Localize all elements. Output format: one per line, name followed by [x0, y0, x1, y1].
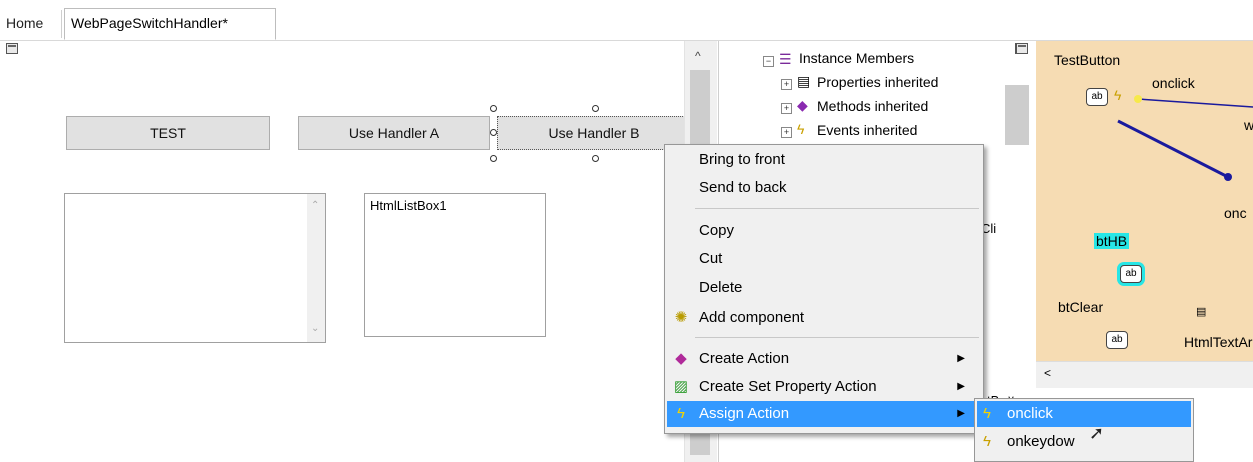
menu-item-label: Delete	[699, 279, 743, 296]
tree-item-methods-inherited[interactable]: Methods inherited	[817, 98, 928, 114]
expand-icon[interactable]: +	[781, 79, 792, 90]
use-handler-a-button[interactable]: Use Handler A	[298, 116, 490, 150]
selection-handle[interactable]	[490, 155, 497, 162]
tree-item-events-inherited[interactable]: Events inherited	[817, 122, 917, 138]
collapse-icon[interactable]: −	[763, 56, 774, 67]
selection-handle[interactable]	[592, 155, 599, 162]
listbox-empty[interactable]: ⌃ ⌄	[64, 193, 326, 343]
tab-webpageswitchhandler[interactable]: WebPageSwitchHandler*	[64, 8, 276, 40]
menu-item-label: Assign Action	[699, 405, 790, 422]
menu-item-label: Add component	[699, 309, 805, 326]
expand-icon[interactable]: +	[781, 127, 792, 138]
menu-item-create-set-property-action[interactable]: ▨ Create Set Property Action ▶	[667, 374, 981, 400]
menu-item-label: Bring to front	[699, 151, 785, 168]
lightning-icon: ϟ	[677, 405, 685, 422]
menu-item-label: Create Set Property Action	[699, 378, 877, 395]
menu-separator	[695, 208, 979, 209]
tree-item-properties-inherited[interactable]: Properties inherited	[817, 74, 938, 90]
test-button[interactable]: TEST	[66, 116, 270, 150]
tree-item-instance-members[interactable]: Instance Members	[799, 50, 914, 66]
menu-item-label: Send to back	[699, 179, 787, 196]
scroll-up-icon[interactable]: ⌃	[311, 200, 319, 211]
selection-handle[interactable]	[592, 105, 599, 112]
expand-icon[interactable]: +	[781, 103, 792, 114]
tab-strip: Home WebPageSwitchHandler*	[0, 0, 1253, 41]
menu-item-copy[interactable]: Copy	[667, 218, 981, 244]
submenu-arrow-icon: ▶	[957, 381, 965, 392]
panel-menu-icon[interactable]	[1016, 43, 1028, 54]
submenu-item-onkeydown[interactable]: ϟ onkeydow	[977, 429, 1191, 455]
html-listbox1[interactable]: HtmlListBox1	[364, 193, 546, 337]
textarea-icon: ▤	[1196, 306, 1207, 318]
menu-item-bring-to-front[interactable]: Bring to front	[667, 147, 981, 173]
design-surface[interactable]: TEST Use Handler A Use Handler B ⌃ ⌄ Htm…	[0, 41, 716, 462]
menu-item-create-action[interactable]: ◆ Create Action ▶	[667, 346, 981, 372]
create-action-icon: ◆	[675, 350, 687, 367]
mouse-cursor-icon: ➚	[1089, 423, 1105, 443]
lightbulb-icon: ✺	[674, 309, 688, 326]
tab-home[interactable]: Home	[0, 10, 62, 38]
selection-handle[interactable]	[490, 105, 497, 112]
submenu-item-label: onkeydow	[1007, 433, 1075, 450]
set-property-icon: ▨	[673, 378, 689, 395]
map-label-testbutton: TestButton	[1054, 52, 1121, 68]
properties-icon: ▤	[797, 73, 811, 89]
menu-item-delete[interactable]: Delete	[667, 275, 981, 301]
submenu-arrow-icon: ▶	[957, 408, 965, 419]
listbox-scrollbar[interactable]: ⌃ ⌄	[307, 194, 325, 342]
listbox-label: HtmlListBox1	[370, 198, 447, 213]
methods-icon: ◆	[797, 97, 808, 113]
context-menu: Bring to front Send to back Copy Cut Del…	[664, 144, 984, 434]
menu-item-add-component[interactable]: ✺ Add component	[667, 305, 981, 331]
assign-action-submenu: ϟ onclick ϟ onkeydow ➚	[974, 398, 1194, 462]
submenu-item-label: onclick	[1007, 405, 1053, 422]
lightning-icon: ϟ	[983, 433, 991, 450]
map-label-onclick: onclick	[1152, 75, 1195, 91]
menu-item-label: Copy	[699, 222, 735, 239]
btclear-node[interactable]: ab	[1106, 331, 1128, 349]
selection-handle[interactable]	[490, 129, 497, 136]
scroll-left-icon[interactable]: <	[1044, 366, 1051, 380]
use-handler-b-button[interactable]: Use Handler B	[497, 116, 691, 150]
map-label-bthb: btHB	[1094, 233, 1130, 249]
menu-item-label: Create Action	[699, 350, 790, 367]
events-icon: ϟ	[797, 121, 805, 137]
map-label-partial: w	[1244, 117, 1253, 133]
menu-item-cut[interactable]: Cut	[667, 246, 981, 272]
submenu-item-onclick[interactable]: ϟ onclick	[977, 401, 1191, 427]
members-icon: ☰	[779, 51, 792, 67]
menu-item-label: Cut	[699, 250, 723, 267]
map-label-btclear: btClear	[1058, 299, 1104, 315]
event-map-canvas[interactable]: TestButton ab ϟ onclick w onc btHB ab bt…	[1016, 41, 1253, 361]
scroll-up-icon[interactable]: ^	[695, 49, 701, 63]
tree-scroll-thumb[interactable]	[1005, 85, 1029, 145]
lightning-icon: ϟ	[983, 405, 991, 422]
testbutton-node[interactable]: ab	[1086, 88, 1108, 106]
panel-menu-icon[interactable]	[6, 43, 18, 54]
submenu-arrow-icon: ▶	[957, 353, 965, 364]
menu-item-send-to-back[interactable]: Send to back	[667, 175, 981, 201]
map-label-htmltextarea: HtmlTextAr	[1184, 334, 1253, 350]
menu-separator	[695, 337, 979, 338]
scroll-down-icon[interactable]: ⌄	[311, 323, 319, 334]
map-scrollbar[interactable]: <	[1036, 361, 1253, 388]
map-label-partial: onc	[1224, 205, 1247, 221]
bthb-node[interactable]: ab	[1120, 265, 1142, 283]
lightning-icon: ϟ	[1114, 87, 1122, 103]
menu-item-assign-action[interactable]: ϟ Assign Action ▶	[667, 401, 981, 427]
